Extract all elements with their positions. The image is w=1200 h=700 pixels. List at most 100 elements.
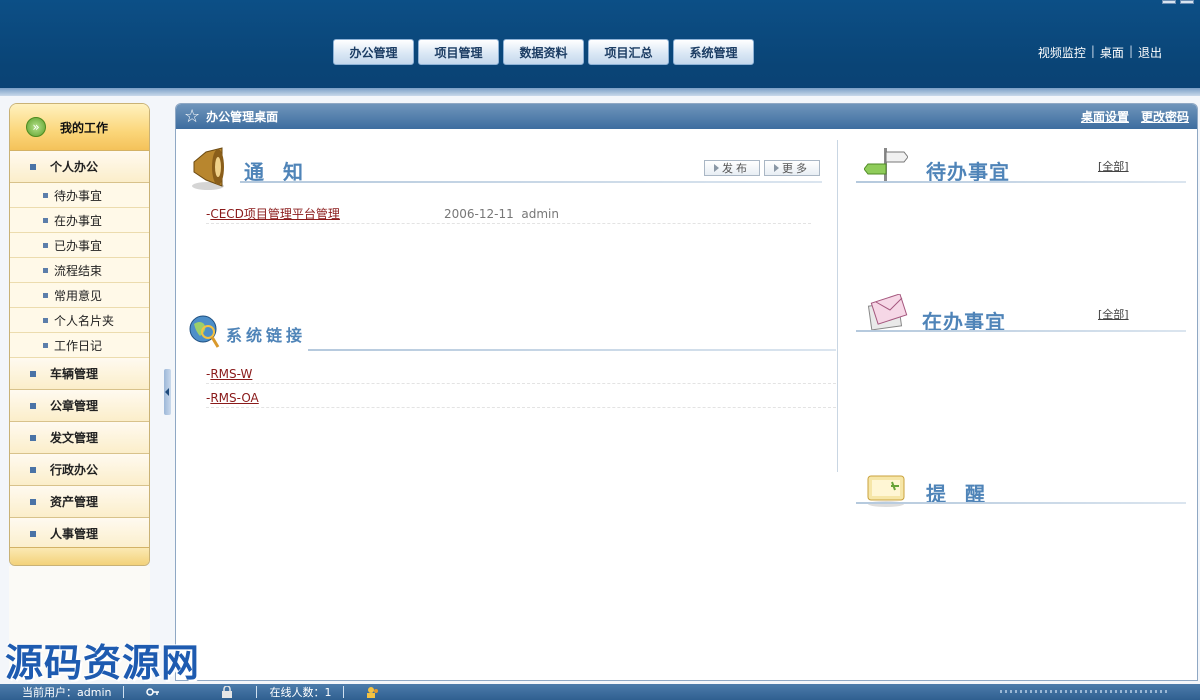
status-bar: 当前用户：admin 在线人数：1 xyxy=(0,684,1200,700)
separator xyxy=(343,686,345,698)
sidebar-item-label: 常用意见 xyxy=(54,288,103,303)
desktop-settings-link[interactable]: 桌面设置 xyxy=(1081,108,1129,125)
list-item: - RMS-OA xyxy=(206,388,836,408)
sidebar-group-hr[interactable]: 人事管理 xyxy=(10,518,149,550)
star-icon: ☆ xyxy=(184,106,201,127)
arrow-circle-icon: » xyxy=(26,117,46,137)
sidebar-item-inprogress[interactable]: 在办事宜 xyxy=(10,208,149,233)
main-title: 办公管理桌面 xyxy=(206,110,279,124)
watermark-text: 源码资源网 xyxy=(5,641,201,685)
lock-icon[interactable] xyxy=(220,686,234,698)
signpost-icon xyxy=(864,148,908,182)
sidebar-item-label: 流程结束 xyxy=(54,263,103,278)
reminder-section: 提 醒 xyxy=(856,466,1186,516)
sidebar-group-admin-office[interactable]: 行政办公 xyxy=(10,454,149,486)
window-controls xyxy=(1162,0,1194,4)
bullet-icon xyxy=(30,370,36,377)
header-links: 视频监控 | 桌面 | 退出 xyxy=(1038,44,1162,61)
desktop-link[interactable]: 桌面 xyxy=(1100,44,1124,61)
system-links-title: 系统链接 xyxy=(226,326,307,345)
sidebar-group-seals[interactable]: 公章管理 xyxy=(10,390,149,422)
sidebar-group-label: 个人办公 xyxy=(50,160,99,174)
main-panel: ☆ 办公管理桌面 桌面设置 更改密码 通 知 发布 更多 - CECD项目管理平台… xyxy=(175,103,1198,681)
reminder-underline xyxy=(856,502,1186,504)
nav-system-management[interactable]: 系统管理 xyxy=(673,39,754,65)
nav-project-summary[interactable]: 项目汇总 xyxy=(588,39,669,65)
speaker-icon xyxy=(192,147,224,190)
sidebar-group-label: 车辆管理 xyxy=(50,367,99,381)
nav-data-materials[interactable]: 数据资料 xyxy=(503,39,584,65)
sidebar-group-personal[interactable]: 个人办公 xyxy=(10,151,149,183)
bullet-icon xyxy=(43,192,48,198)
bullet-icon xyxy=(43,217,48,223)
sidebar-group-documents[interactable]: 发文管理 xyxy=(10,422,149,454)
separator: | xyxy=(1090,44,1095,58)
header-strip xyxy=(0,88,1200,96)
more-button[interactable]: 更多 xyxy=(764,160,820,176)
people-icon[interactable] xyxy=(366,686,380,698)
inprogress-section: 在办事宜 [全部] xyxy=(856,290,1186,340)
change-password-link[interactable]: 更改密码 xyxy=(1141,108,1189,125)
sidebar-item-label: 在办事宜 xyxy=(54,213,103,228)
sidebar-footer xyxy=(10,547,149,565)
system-links-underline xyxy=(308,349,836,351)
mail-stack-icon xyxy=(867,294,908,331)
minimize-icon[interactable] xyxy=(1162,0,1176,4)
sidebar-item-common-opinions[interactable]: 常用意见 xyxy=(10,283,149,308)
notice-item-meta: 2006-12-11 admin xyxy=(444,207,559,221)
sidebar-group-vehicles[interactable]: 车辆管理 xyxy=(10,358,149,390)
sidebar-item-label: 工作日记 xyxy=(54,338,103,353)
bullet-icon xyxy=(30,498,36,505)
bullet-icon xyxy=(43,267,48,273)
top-header: 办公管理 项目管理 数据资料 项目汇总 系统管理 视频监控 | 桌面 | 退出 xyxy=(0,0,1200,96)
status-dots xyxy=(1000,690,1170,693)
sidebar-title: 我的工作 xyxy=(60,120,109,135)
globe-search-icon xyxy=(189,315,220,348)
sidebar-item-label: 待办事宜 xyxy=(54,188,103,203)
notice-item-link[interactable]: CECD项目管理平台管理 xyxy=(210,205,340,222)
system-link-rms-w[interactable]: RMS-W xyxy=(210,367,252,381)
todo-section: 待办事宜 [全部] xyxy=(856,142,1186,192)
system-link-rms-oa[interactable]: RMS-OA xyxy=(210,391,258,405)
publish-label: 发布 xyxy=(722,162,750,175)
bullet-icon xyxy=(30,466,36,473)
bullet-icon xyxy=(43,292,48,298)
sidebar-item-label: 个人名片夹 xyxy=(54,313,115,328)
video-monitor-link[interactable]: 视频监控 xyxy=(1038,44,1086,61)
sidebar-collapse-handle[interactable] xyxy=(164,369,171,415)
nav-project-management[interactable]: 项目管理 xyxy=(418,39,499,65)
play-icon xyxy=(774,164,779,172)
inprogress-all-link[interactable]: [全部] xyxy=(1098,306,1129,322)
list-item: - CECD项目管理平台管理 2006-12-11 admin xyxy=(206,204,811,224)
play-icon xyxy=(714,164,719,172)
bullet-icon xyxy=(30,163,36,170)
logout-link[interactable]: 退出 xyxy=(1138,44,1162,61)
sidebar-item-done[interactable]: 已办事宜 xyxy=(10,233,149,258)
separator xyxy=(256,686,258,698)
bullet-icon xyxy=(30,530,36,537)
sidebar-group-label: 资产管理 xyxy=(50,495,99,509)
key-icon[interactable] xyxy=(146,686,160,698)
sidebar-item-business-cards[interactable]: 个人名片夹 xyxy=(10,308,149,333)
publish-button[interactable]: 发布 xyxy=(704,160,760,176)
sidebar-group-label: 人事管理 xyxy=(50,527,99,541)
sidebar-item-todo[interactable]: 待办事宜 xyxy=(10,183,149,208)
nav-office-management[interactable]: 办公管理 xyxy=(333,39,414,65)
separator: | xyxy=(1128,44,1133,58)
sidebar-group-label: 公章管理 xyxy=(50,399,99,413)
more-label: 更多 xyxy=(782,162,810,175)
inprogress-underline xyxy=(856,330,1186,332)
bullet-icon xyxy=(30,434,36,441)
column-divider xyxy=(837,140,838,472)
todo-all-link[interactable]: [全部] xyxy=(1098,158,1129,174)
sidebar-group-label: 行政办公 xyxy=(50,463,99,477)
sidebar-item-label: 已办事宜 xyxy=(54,238,103,253)
sidebar-item-work-diary[interactable]: 工作日记 xyxy=(10,333,149,358)
sidebar: » 我的工作 个人办公 待办事宜 在办事宜 已办事宜 流程结束 常用意见 个人名… xyxy=(9,103,150,566)
bullet-icon xyxy=(43,242,48,248)
sidebar-group-assets[interactable]: 资产管理 xyxy=(10,486,149,518)
close-icon[interactable] xyxy=(1180,0,1194,4)
notice-buttons: 发布 更多 xyxy=(704,160,820,176)
sidebar-item-flow-finished[interactable]: 流程结束 xyxy=(10,258,149,283)
bullet-icon xyxy=(30,402,36,409)
